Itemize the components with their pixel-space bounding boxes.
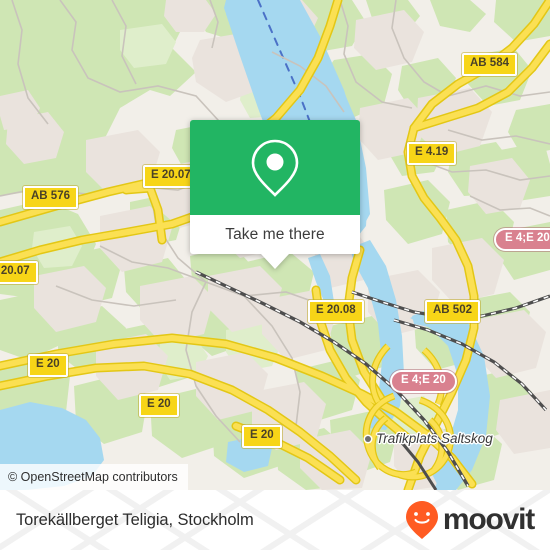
road-shield: AB 576 <box>23 186 78 209</box>
osm-attribution-text: © OpenStreetMap contributors <box>8 470 178 484</box>
moovit-pin-icon <box>405 501 438 539</box>
callout-cta-area[interactable]: Take me there <box>190 215 360 254</box>
footer-bar: Torekällberget Teligia, Stockholm moovit <box>0 490 550 550</box>
take-me-there-label: Take me there <box>225 225 325 243</box>
page-title: Torekällberget Teligia, Stockholm <box>16 510 254 529</box>
moovit-wordmark: moovit <box>442 503 535 536</box>
road-shield: E 20 <box>242 425 282 448</box>
map-pin-icon <box>251 139 299 197</box>
road-shield: E 4.19 <box>407 142 457 165</box>
road-shield: E 20 <box>139 394 179 417</box>
road-shield: AB 502 <box>425 300 480 323</box>
map-screenshot: AB 584E 4.19AB 576E 20.07E 20.07E 4;E 20… <box>0 0 550 550</box>
road-shield: E 20 <box>28 354 68 377</box>
moovit-logo[interactable]: moovit <box>405 500 535 540</box>
callout-image-area <box>190 120 360 215</box>
destination-callout[interactable]: Take me there <box>190 120 360 269</box>
place-label: Trafikplats Saltskog <box>376 431 493 446</box>
road-shield: E 4;E 20 <box>390 370 457 393</box>
osm-attribution[interactable]: © OpenStreetMap contributors <box>0 464 188 490</box>
road-shield: E 4;E 20 <box>494 228 550 251</box>
place-marker-dot <box>365 436 371 442</box>
road-shield: AB 584 <box>462 53 517 76</box>
callout-pointer <box>261 254 289 269</box>
road-shield: E 20.07 <box>0 261 38 284</box>
road-shield: E 20.08 <box>308 300 364 323</box>
map-canvas[interactable]: AB 584E 4.19AB 576E 20.07E 20.07E 4;E 20… <box>0 0 550 490</box>
